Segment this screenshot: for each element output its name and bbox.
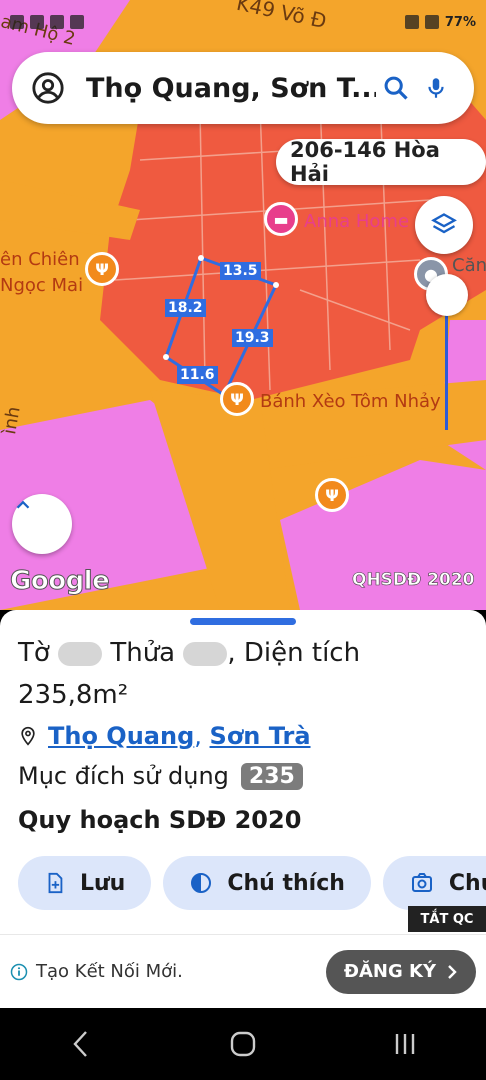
purpose-code-badge: 235 [240,762,303,790]
search-query[interactable]: Thọ Quang, Sơn T... [86,73,376,104]
recent-apps-button[interactable] [375,1014,435,1074]
legend-button[interactable]: Chú thích [163,856,371,910]
status-bar: 77% [0,0,486,44]
sheet-number-label: Tờ [18,638,50,668]
battery-level: 77% [444,14,476,30]
purpose-line: Mục đích sử dụng 235 [18,762,303,790]
microphone-icon[interactable] [416,68,456,108]
purpose-label: Mục đích sử dụng [18,762,229,790]
legend-label: Chú thích [227,870,345,896]
parcel-id-line: Tờ Thửa , Diện tích [18,638,360,668]
back-icon [73,1031,87,1057]
save-label: Lưu [80,870,126,896]
chevron-right-icon [448,964,457,979]
search-icon[interactable] [376,68,416,108]
parcel-info-sheet[interactable]: Tờ Thửa , Diện tích 235,8m² Thọ Quang, S… [0,610,486,934]
notification-icons [10,15,84,29]
restaurant-poi-icon[interactable]: Ψ [85,252,119,286]
save-button[interactable]: Lưu [18,856,152,910]
map-layer-label: QHSDĐ 2020 [352,570,475,591]
edge-length-label: 11.6 [177,366,218,384]
legend-icon [191,873,212,893]
poi-label-anna-home[interactable]: Anna Home [304,211,409,232]
hotel-poi-icon[interactable]: ▬ [264,202,298,236]
layers-button[interactable] [415,196,473,254]
chevron-up-icon [16,500,30,509]
close-ad-button[interactable]: TẮT QC [408,906,486,932]
location-pin-icon [21,726,35,746]
poi-label-can[interactable]: Căn [452,255,486,276]
edge-length-label: 18.2 [165,299,206,317]
ward-link[interactable]: Thọ Quang [48,722,194,750]
edge-length-label: 19.3 [232,329,273,347]
search-bar[interactable]: Thọ Quang, Sơn T... [12,52,474,124]
app-notification-icon [70,15,84,29]
area-label: , Diện tích [227,638,361,668]
add-file-icon [48,872,63,894]
redacted-value [183,641,228,666]
poi-label-ngoc-mai[interactable]: Ngọc Mai [0,275,83,296]
redacted-value [58,641,103,666]
edge-length-label: 13.5 [220,262,261,280]
layers-icon [431,213,457,234]
register-button[interactable]: ĐĂNG KÝ [325,949,476,994]
app-notification-icon [30,15,44,29]
capture-label: Chụp [448,870,486,896]
expand-up-button[interactable] [12,494,72,554]
poi-label-banh-xeo[interactable]: Bánh Xèo Tôm Nhảy [260,391,441,412]
district-link[interactable]: Sơn Trà [210,722,311,750]
home-button[interactable] [213,1014,273,1074]
restaurant-poi-icon[interactable]: Ψ [220,382,254,416]
google-logo: Google [9,566,110,597]
signal-icon [424,15,439,29]
warning-icon [50,15,64,29]
ad-banner[interactable]: Tạo Kết Nối Mới. ĐĂNG KÝ [0,934,486,1008]
account-icon[interactable] [30,70,66,106]
restaurant-poi-icon[interactable]: Ψ [315,478,349,512]
action-row: Lưu Chú thích Chụp [18,856,486,910]
sheet-drag-handle[interactable] [190,618,296,625]
separator: , [194,722,202,750]
capture-button[interactable]: Chụp [382,856,486,910]
opacity-slider-knob[interactable] [426,274,468,316]
back-button[interactable] [51,1014,111,1074]
recent-apps-icon [395,1034,415,1054]
area-value: 235,8m² [18,680,129,710]
wifi-icon [404,15,419,29]
app-notification-icon [10,15,24,29]
poi-label-chien[interactable]: ên Chiên [0,249,80,270]
ad-text: Tạo Kết Nối Mới. [36,961,183,982]
parcel-number-label: Thửa [110,638,176,668]
address-chip[interactable]: 206-146 Hòa Hải [276,138,486,186]
home-icon [230,1031,256,1057]
location-line: Thọ Quang, Sơn Trà [18,722,311,750]
system-nav-bar [0,1008,486,1080]
camera-icon [411,873,432,892]
plan-title: Quy hoạch SDĐ 2020 [18,806,302,834]
info-icon[interactable] [10,963,28,981]
register-label: ĐĂNG KÝ [343,961,436,982]
